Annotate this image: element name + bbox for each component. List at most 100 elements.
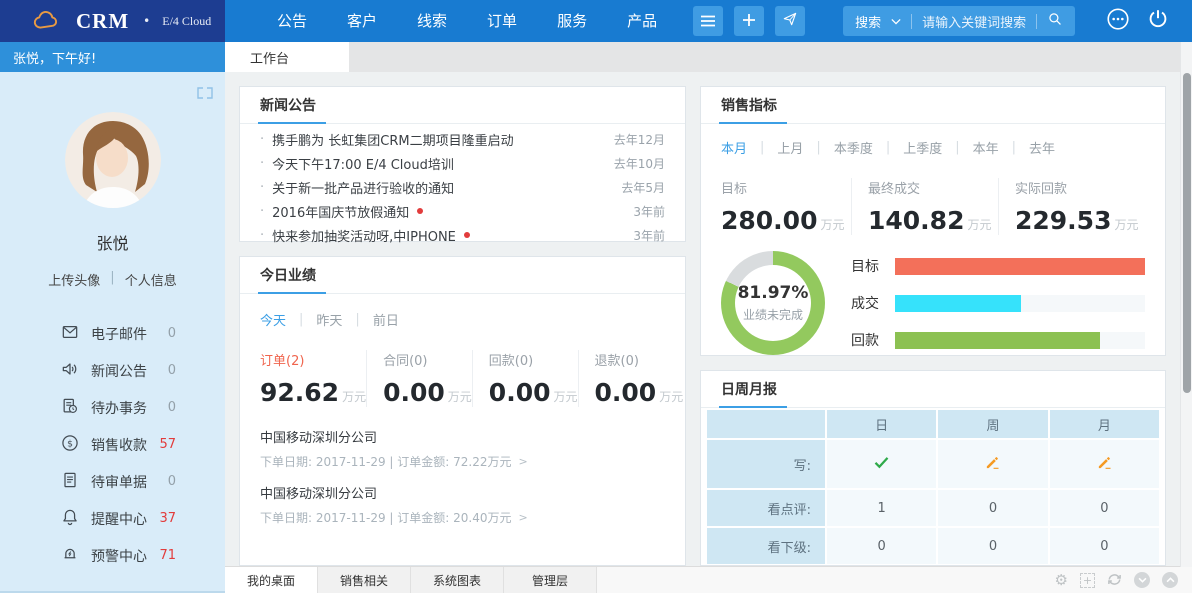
- news-item[interactable]: · 今天下午17:00 E/4 Cloud培训 去年10月: [260, 151, 665, 175]
- gear-icon[interactable]: ⚙: [1055, 573, 1068, 588]
- pencil-icon: [1096, 460, 1113, 475]
- today-stats-row: 订单(2) 92.62万元 合同(0) 0.00万元 回款(0) 0.00万元: [260, 350, 665, 407]
- upload-avatar-link[interactable]: 上传头像: [48, 270, 100, 289]
- footer-tab-sales[interactable]: 销售相关: [318, 567, 411, 593]
- order-item[interactable]: 中国移动深圳分公司 下单日期: 2017-11-29 | 订单金额: 72.22…: [260, 427, 665, 470]
- sidebar-item-reminders[interactable]: 提醒中心 37: [60, 500, 176, 537]
- report-column-day: 日: [827, 410, 936, 438]
- sidebar-item-todos[interactable]: 待办事务 0: [60, 389, 176, 426]
- news-list: · 携手鹏为 长虹集团CRM二期项目隆重启动 去年12月 · 今天下午17:00…: [240, 124, 685, 247]
- send-button[interactable]: [775, 6, 805, 36]
- personal-info-link[interactable]: 个人信息: [125, 270, 177, 289]
- news-item-text[interactable]: 2016年国庆节放假通知: [272, 202, 409, 221]
- sales-tab-this-year[interactable]: 本年: [973, 138, 999, 157]
- stat-closed-deals: 最终成交 140.82万元: [851, 178, 998, 235]
- today-card-body: 今天 | 昨天 | 前日 订单(2) 92.62万元: [240, 294, 685, 539]
- sidebar-item-pending-docs[interactable]: 待审单据 0: [60, 463, 176, 500]
- link-separator: |: [110, 270, 114, 289]
- stat-unit: 万元: [342, 390, 366, 404]
- report-cell[interactable]: [827, 440, 936, 488]
- today-period-tabs: 今天 | 昨天 | 前日: [260, 310, 665, 329]
- news-item[interactable]: · 携手鹏为 长虹集团CRM二期项目隆重启动 去年12月: [260, 127, 665, 151]
- report-cell[interactable]: [1050, 440, 1159, 488]
- bar-track: [895, 258, 1145, 275]
- news-item[interactable]: · 关于新一批产品进行验收的通知 去年5月: [260, 175, 665, 199]
- order-meta: 下单日期: 2017-11-29 | 订单金额: 20.40万元 >: [260, 509, 665, 526]
- report-cell[interactable]: 0: [938, 490, 1047, 526]
- report-cell[interactable]: 0: [938, 528, 1047, 564]
- chevron-right-icon[interactable]: >: [518, 455, 527, 468]
- sales-tab-last-year[interactable]: 去年: [1029, 138, 1055, 157]
- refresh-icon[interactable]: [1107, 571, 1122, 590]
- footer-tab-management[interactable]: 管理层: [504, 567, 597, 593]
- sales-tab-last-quarter[interactable]: 上季度: [903, 138, 942, 157]
- news-item[interactable]: · 快来参加抽奖活动呀,中IPHONE 3年前: [260, 223, 665, 247]
- sales-tab-this-month[interactable]: 本月: [721, 138, 747, 157]
- add-widget-icon[interactable]: +: [1080, 573, 1095, 588]
- stat-unit: 万元: [1114, 218, 1138, 232]
- svg-text:$: $: [67, 438, 73, 449]
- report-cell[interactable]: 0: [1050, 490, 1159, 526]
- news-item[interactable]: · 2016年国庆节放假通知 3年前: [260, 199, 665, 223]
- order-item[interactable]: 中国移动深圳分公司 下单日期: 2017-11-29 | 订单金额: 20.40…: [260, 483, 665, 526]
- tab-separator: |: [299, 312, 303, 327]
- collapse-sidebar-icon[interactable]: [197, 84, 213, 103]
- sidebar-item-news[interactable]: 新闻公告 0: [60, 352, 176, 389]
- news-dot: [417, 208, 423, 214]
- scroll-down-icon[interactable]: [1134, 572, 1150, 588]
- bar-track: [895, 295, 1145, 312]
- nav-item-leads[interactable]: 线索: [397, 0, 467, 42]
- add-button[interactable]: [734, 6, 764, 36]
- scrollbar-thumb[interactable]: [1183, 73, 1191, 393]
- period-tab-yesterday[interactable]: 昨天: [316, 310, 342, 329]
- sidebar-item-alerts[interactable]: 预警中心 71: [60, 537, 176, 574]
- menu-count: 37: [159, 511, 176, 526]
- report-cell[interactable]: 0: [827, 528, 936, 564]
- nav-item-services[interactable]: 服务: [537, 0, 607, 42]
- more-options-button[interactable]: [1105, 6, 1131, 36]
- search-bar[interactable]: 搜索 请输入关键词搜索: [843, 6, 1075, 36]
- tab-workspace[interactable]: 工作台: [225, 42, 349, 72]
- check-icon: [873, 459, 890, 474]
- logout-button[interactable]: [1146, 7, 1170, 35]
- report-cell[interactable]: 0: [1050, 528, 1159, 564]
- news-card-header: 新闻公告: [240, 87, 685, 124]
- footer-tab-my-desktop[interactable]: 我的桌面: [225, 567, 318, 593]
- nav-item-orders[interactable]: 订单: [467, 0, 537, 42]
- news-dot: [464, 232, 470, 238]
- search-input[interactable]: 请输入关键词搜索: [922, 12, 1026, 31]
- nav-item-announcements[interactable]: 公告: [257, 0, 327, 42]
- report-cell[interactable]: [938, 440, 1047, 488]
- news-item-text[interactable]: 今天下午17:00 E/4 Cloud培训: [272, 154, 454, 173]
- vertical-scrollbar[interactable]: [1180, 42, 1192, 567]
- nav-item-customers[interactable]: 客户: [327, 0, 397, 42]
- brand-logo[interactable]: CRM • E/4 Cloud: [0, 0, 225, 42]
- stat-collections: 回款(0) 0.00万元: [472, 350, 578, 407]
- chevron-right-icon[interactable]: >: [518, 511, 527, 524]
- news-item-text[interactable]: 关于新一批产品进行验收的通知: [272, 178, 454, 197]
- greeting-bar: 张悦，下午好!: [0, 42, 225, 72]
- report-table: 日 周 月 写: 看点评:: [705, 408, 1161, 566]
- scroll-up-icon[interactable]: [1162, 572, 1178, 588]
- search-icon[interactable]: [1047, 11, 1063, 31]
- menu-button[interactable]: [693, 6, 723, 36]
- search-scope-label[interactable]: 搜索: [855, 12, 881, 31]
- nav-item-products[interactable]: 产品: [607, 0, 677, 42]
- news-item-text[interactable]: 快来参加抽奖活动呀,中IPHONE: [272, 226, 456, 245]
- bar-track: [895, 332, 1145, 349]
- period-tab-today[interactable]: 今天: [260, 310, 286, 329]
- news-item-date: 3年前: [621, 203, 665, 220]
- sidebar-item-payments[interactable]: $ 销售收款 57: [60, 426, 176, 463]
- sales-tab-last-month[interactable]: 上月: [777, 138, 803, 157]
- avatar[interactable]: [65, 112, 161, 208]
- period-tab-day-before[interactable]: 前日: [373, 310, 399, 329]
- footer-tab-system-charts[interactable]: 系统图表: [411, 567, 504, 593]
- report-cell[interactable]: 1: [827, 490, 936, 526]
- sidebar-item-email[interactable]: 电子邮件 0: [60, 315, 176, 352]
- ellipsis-circle-icon: [1105, 6, 1131, 36]
- order-company[interactable]: 中国移动深圳分公司: [260, 483, 665, 502]
- order-company[interactable]: 中国移动深圳分公司: [260, 427, 665, 446]
- report-card: 日周月报 日 周 月 写:: [700, 370, 1166, 566]
- sales-tab-this-quarter[interactable]: 本季度: [834, 138, 873, 157]
- news-item-text[interactable]: 携手鹏为 长虹集团CRM二期项目隆重启动: [272, 130, 513, 149]
